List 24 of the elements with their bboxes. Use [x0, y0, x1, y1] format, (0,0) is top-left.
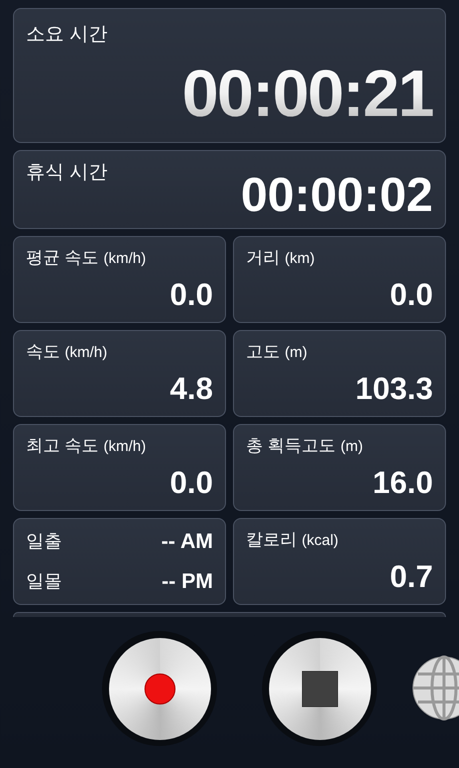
stat-label: 최고 속도 (km/h) [26, 435, 147, 457]
stat-label: 총 획득고도 (m) [246, 435, 364, 457]
sun-time: -- AM [161, 529, 213, 555]
sun-label: 일몰 [26, 570, 62, 593]
stat-value: 103.3 [355, 373, 433, 404]
stat-value: 0.0 [170, 279, 213, 310]
stat-value: 0.0 [390, 279, 433, 310]
stat-label: 속도 (km/h) [26, 341, 108, 363]
sun-label: 일출 [26, 530, 62, 554]
sun-time: -- PM [162, 568, 213, 594]
stat-value: 0.0 [170, 467, 213, 498]
stat-value: 4.8 [170, 373, 213, 404]
stat-label: 거리 (km) [246, 247, 316, 269]
rest-label: 휴식 시간 [26, 161, 108, 185]
record-icon [144, 672, 176, 704]
stat-label: 칼로리 (kcal) [246, 529, 340, 551]
elapsed-label: 소요 시간 [26, 23, 108, 47]
stat-value: 0.7 [390, 561, 433, 592]
stat-label: 고도 (m) [246, 341, 308, 363]
stat-value: 16.0 [372, 467, 433, 498]
stop-icon [302, 670, 338, 706]
globe-icon[interactable] [412, 654, 459, 722]
rest-time: 00:00:02 [240, 172, 433, 220]
stat-label: 평균 속도 (km/h) [26, 247, 147, 269]
